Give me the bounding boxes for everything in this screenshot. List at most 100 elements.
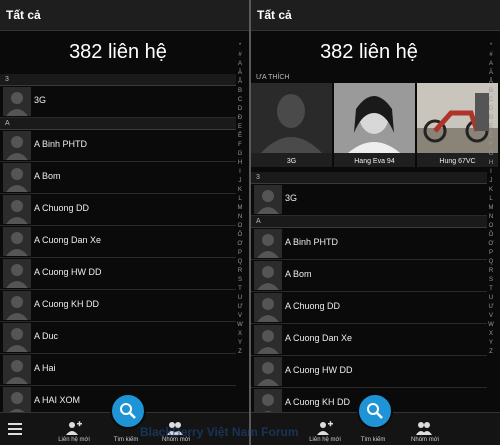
alphabet-index-letter[interactable]: Y	[487, 339, 495, 348]
alphabet-index-letter[interactable]: L	[487, 195, 495, 204]
alphabet-index-letter[interactable]: T	[487, 285, 495, 294]
alphabet-index-letter[interactable]: G	[487, 150, 495, 159]
alphabet-index-letter[interactable]: U	[487, 294, 495, 303]
alphabet-index-letter[interactable]: Y	[236, 339, 244, 348]
header-title[interactable]: Tất cả	[257, 8, 292, 22]
alphabet-index-letter[interactable]: Z	[236, 348, 244, 357]
alphabet-index-letter[interactable]: M	[236, 204, 244, 213]
contact-row[interactable]: A Bom	[251, 260, 487, 292]
favorite-tile[interactable]: Hang Eva 94	[334, 83, 415, 167]
menu-icon[interactable]	[8, 423, 22, 435]
alphabet-index-letter[interactable]: C	[487, 96, 495, 105]
contact-row[interactable]: 3G	[0, 86, 236, 118]
contact-row[interactable]: A Cuong HW DD	[0, 258, 236, 290]
alphabet-index-letter[interactable]: Đ	[236, 114, 244, 123]
alphabet-index-letter[interactable]: H	[487, 159, 495, 168]
alphabet-index-letter[interactable]: Ô	[487, 231, 495, 240]
alphabet-index-letter[interactable]: N	[236, 213, 244, 222]
alphabet-index-letter[interactable]: K	[236, 186, 244, 195]
alphabet-index-letter[interactable]: I	[487, 168, 495, 177]
alphabet-index-letter[interactable]: Ô	[236, 231, 244, 240]
alphabet-index-letter[interactable]: P	[236, 249, 244, 258]
alphabet-index-letter[interactable]: L	[236, 195, 244, 204]
alphabet-index-letter[interactable]: *	[236, 42, 244, 51]
alphabet-index-letter[interactable]: M	[487, 204, 495, 213]
alphabet-index-letter[interactable]: X	[487, 330, 495, 339]
alphabet-index-letter[interactable]: E	[487, 123, 495, 132]
alphabet-index-letter[interactable]: B	[236, 87, 244, 96]
new-contact-button[interactable]: Liên hệ mới	[303, 421, 347, 443]
alphabet-index-letter[interactable]: #	[487, 51, 495, 60]
alphabet-index-letter[interactable]: Â	[236, 78, 244, 87]
contact-row[interactable]: 3G	[251, 184, 487, 216]
contact-row[interactable]: A Binh PHTD	[0, 130, 236, 162]
alphabet-index-letter[interactable]: W	[487, 321, 495, 330]
contact-row[interactable]: A Hai	[0, 354, 236, 386]
favorite-tile[interactable]: Hung 67VC	[417, 83, 498, 167]
contact-row[interactable]: A Chuong DD	[251, 292, 487, 324]
contact-row[interactable]: A Cuong HW DD	[251, 356, 487, 388]
favorite-tile[interactable]: 3G	[251, 83, 332, 167]
alphabet-index-letter[interactable]: O	[487, 222, 495, 231]
alphabet-index-letter[interactable]: J	[236, 177, 244, 186]
alphabet-index-letter[interactable]: Ă	[236, 69, 244, 78]
search-button[interactable]	[110, 393, 146, 429]
alphabet-index-letter[interactable]: P	[487, 249, 495, 258]
alphabet-index-letter[interactable]: J	[487, 177, 495, 186]
alphabet-index-letter[interactable]: Ơ	[236, 240, 244, 249]
alphabet-index-letter[interactable]: V	[236, 312, 244, 321]
contact-row[interactable]: A Bom	[0, 162, 236, 194]
alphabet-index-letter[interactable]: U	[236, 294, 244, 303]
alphabet-index-letter[interactable]: Ư	[487, 303, 495, 312]
alphabet-index-letter[interactable]: *	[487, 42, 495, 51]
alphabet-index-letter[interactable]: A	[236, 60, 244, 69]
header-title[interactable]: Tất cả	[6, 8, 41, 22]
alphabet-index-letter[interactable]: G	[236, 150, 244, 159]
contact-row[interactable]: A Duc	[0, 322, 236, 354]
alphabet-index-letter[interactable]: R	[487, 267, 495, 276]
alphabet-index[interactable]: * # A Ă Â B C D Đ E Ê F G H I J K L M N …	[236, 42, 244, 357]
alphabet-index-letter[interactable]: H	[236, 159, 244, 168]
contact-row[interactable]: A Cuong KH DD	[0, 290, 236, 322]
contact-row[interactable]: A Cuong Dan Xe	[0, 226, 236, 258]
alphabet-index-letter[interactable]: E	[236, 123, 244, 132]
alphabet-index-letter[interactable]: F	[236, 141, 244, 150]
alphabet-index[interactable]: * # A Ă Â B C D Đ E Ê F G H I J K L M N …	[487, 42, 495, 357]
alphabet-index-letter[interactable]: Â	[487, 78, 495, 87]
alphabet-index-letter[interactable]: D	[236, 105, 244, 114]
alphabet-index-letter[interactable]: Ư	[236, 303, 244, 312]
alphabet-index-letter[interactable]: B	[487, 87, 495, 96]
alphabet-index-letter[interactable]: X	[236, 330, 244, 339]
alphabet-index-letter[interactable]: A	[487, 60, 495, 69]
alphabet-index-letter[interactable]: D	[487, 105, 495, 114]
alphabet-index-letter[interactable]: O	[236, 222, 244, 231]
new-contact-button[interactable]: Liên hệ mới	[52, 421, 96, 443]
person-silhouette-icon	[257, 330, 279, 354]
alphabet-index-letter[interactable]: K	[487, 186, 495, 195]
alphabet-index-letter[interactable]: N	[487, 213, 495, 222]
new-group-button[interactable]: Nhóm mới	[403, 421, 447, 443]
alphabet-index-letter[interactable]: S	[236, 276, 244, 285]
alphabet-index-letter[interactable]: Ơ	[487, 240, 495, 249]
alphabet-index-letter[interactable]: S	[487, 276, 495, 285]
alphabet-index-letter[interactable]: V	[487, 312, 495, 321]
alphabet-index-letter[interactable]: I	[236, 168, 244, 177]
search-button[interactable]	[357, 393, 393, 429]
alphabet-index-letter[interactable]: F	[487, 141, 495, 150]
contact-row[interactable]: A Chuong DD	[0, 194, 236, 226]
alphabet-index-letter[interactable]: Z	[487, 348, 495, 357]
alphabet-index-letter[interactable]: W	[236, 321, 244, 330]
alphabet-index-letter[interactable]: R	[236, 267, 244, 276]
alphabet-index-letter[interactable]: Ê	[236, 132, 244, 141]
contact-row[interactable]: A Binh PHTD	[251, 228, 487, 260]
alphabet-index-letter[interactable]: T	[236, 285, 244, 294]
alphabet-index-letter[interactable]: C	[236, 96, 244, 105]
alphabet-index-letter[interactable]: #	[236, 51, 244, 60]
contact-row[interactable]: A Cuong Dan Xe	[251, 324, 487, 356]
alphabet-index-letter[interactable]: Q	[236, 258, 244, 267]
alphabet-index-letter[interactable]: Q	[487, 258, 495, 267]
avatar	[3, 227, 31, 256]
alphabet-index-letter[interactable]: Đ	[487, 114, 495, 123]
alphabet-index-letter[interactable]: Ă	[487, 69, 495, 78]
alphabet-index-letter[interactable]: Ê	[487, 132, 495, 141]
